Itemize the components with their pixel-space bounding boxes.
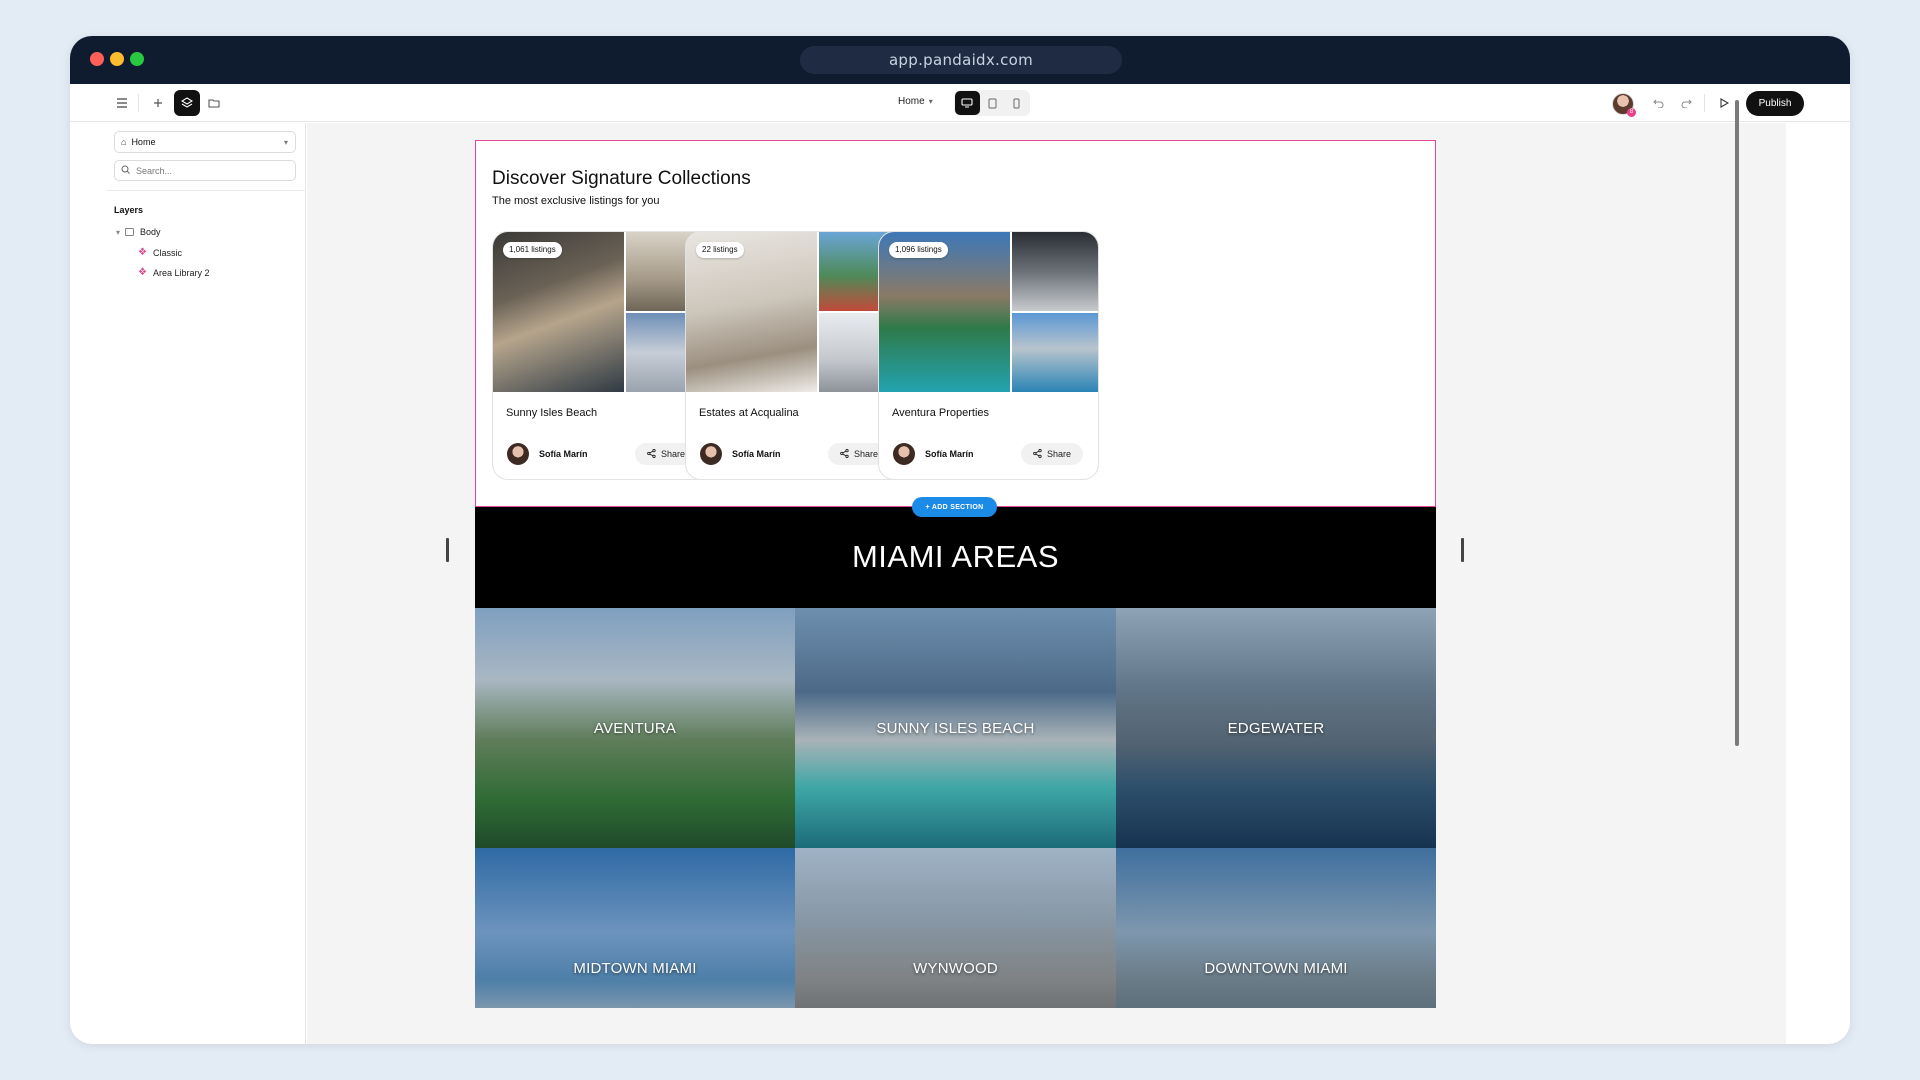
tablet-icon[interactable] [980,91,1005,115]
area-tile-edgewater[interactable]: EDGEWATER [1116,608,1436,848]
collection-title[interactable]: Sunny Isles Beach [506,407,597,419]
area-label: DOWNTOWN MIAMI [1204,959,1348,977]
address-bar[interactable]: app.pandaidx.com [800,46,1122,74]
minimize-window-button[interactable] [110,52,124,66]
home-icon: ⌂ [121,137,127,147]
add-section-button[interactable]: + ADD SECTION [912,497,997,517]
share-label: Share [853,449,879,459]
layer-classic-label: Classic [152,247,182,258]
layer-body[interactable]: ▾ Body [116,227,161,237]
collection-card[interactable]: 1,096 listings Aventura Properties Sofía… [878,231,1099,480]
chevron-down-icon: ▾ [928,97,933,106]
maximize-window-button[interactable] [130,52,144,66]
search-placeholder: Search... [136,165,173,176]
search-icon [121,165,130,176]
agent-avatar [700,443,722,465]
notification-badge: 8 [1627,108,1636,117]
share-icon [840,448,849,460]
undo-icon[interactable] [1646,91,1670,115]
area-label: WYNWOOD [913,959,998,977]
close-window-button[interactable] [90,52,104,66]
listing-photo [1012,313,1098,392]
collection-photo-mosaic: 22 listings [686,232,905,392]
share-icon [1033,448,1042,460]
layers-heading: Layers [114,205,144,215]
chevron-down-icon: ▾ [283,137,288,147]
canvas-resize-handle-left[interactable] [446,538,449,562]
listings-count-badge: 22 listings [696,242,744,258]
area-tile-aventura[interactable]: AVENTURA [475,608,795,848]
user-avatar[interactable]: 8 [1612,93,1636,117]
canvas-scrollbar[interactable] [1735,100,1739,746]
sidebar-page-label: Home [131,137,156,147]
plus-icon[interactable] [146,91,170,115]
redo-icon[interactable] [1674,91,1698,115]
editor-toolbar: Home ▾ 8 Publish [70,84,1850,122]
agent-name: Sofía Marín [539,449,588,459]
page-select-label: Home [898,96,925,107]
area-label: MIDTOWN MIAMI [573,959,697,977]
layer-body-label: Body [140,227,161,237]
miami-areas-section[interactable]: MIAMI AREAS AVENTURA SUNNY ISLES BEACH E… [475,507,1436,1008]
collection-photo-mosaic: 1,096 listings [879,232,1098,392]
folder-icon[interactable] [202,91,226,115]
collection-card[interactable]: 22 listings Estates at Acqualina Sofía M… [685,231,906,480]
areas-title: MIAMI AREAS [851,539,1060,574]
area-label: AVENTURA [593,719,677,737]
area-label: SUNNY ISLES BEACH [876,719,1035,737]
collections-title: Discover Signature Collections [492,168,751,189]
mobile-icon[interactable] [1004,91,1029,115]
page-select[interactable]: Home ▾ [898,96,933,107]
toolbar-divider [1704,94,1705,112]
collections-subtitle: The most exclusive listings for you [492,195,660,207]
agent-avatar [507,443,529,465]
toolbar-divider [138,94,139,112]
area-tile-midtown-miami[interactable]: MIDTOWN MIAMI [475,848,795,1008]
collection-card[interactable]: 1,061 listings Sunny Isles Beach Sofía M… [492,231,713,480]
collection-title[interactable]: Aventura Properties [892,407,989,419]
layers-icon[interactable] [174,90,200,116]
area-tile-downtown-miami[interactable]: DOWNTOWN MIAMI [1116,848,1436,1008]
component-icon: ❖ [138,267,147,278]
chevron-down-icon[interactable]: ▾ [116,228,120,237]
layers-sidebar: ⌂ Home ▾ Search... Layers ▾ Body ❖ Class… [106,123,306,1044]
browser-chrome: app.pandaidx.com [70,36,1850,84]
sidebar-page-select[interactable]: ⌂ Home ▾ [114,131,296,153]
area-tile-wynwood[interactable]: WYNWOOD [795,848,1116,1008]
body-layer-icon [125,228,135,236]
component-icon: ❖ [138,247,147,258]
layer-classic[interactable]: ❖ Classic [138,247,182,258]
listings-count-badge: 1,061 listings [503,242,562,258]
layer-area-library[interactable]: ❖ Area Library 2 [138,267,210,278]
share-button[interactable]: Share [1021,443,1083,465]
area-tile-sunny-isles-beach[interactable]: SUNNY ISLES BEACH [795,608,1116,848]
agent-name: Sofía Marín [925,449,974,459]
play-icon[interactable] [1712,91,1736,115]
layers-search-input[interactable]: Search... [114,160,296,181]
share-label: Share [660,449,686,459]
canvas-resize-handle-right[interactable] [1461,538,1464,562]
agent-name: Sofía Marín [732,449,781,459]
share-icon [647,448,656,460]
layer-area-library-label: Area Library 2 [152,267,210,278]
share-label: Share [1046,449,1072,459]
sidebar-divider [106,190,306,191]
device-switcher [954,90,1030,116]
listing-photo [1012,232,1098,311]
collections-section[interactable]: Discover Signature Collections The most … [475,140,1436,507]
area-label: EDGEWATER [1227,719,1325,737]
menu-icon[interactable] [110,91,134,115]
agent-avatar [893,443,915,465]
collection-photo-mosaic: 1,061 listings [493,232,712,392]
listings-count-badge: 1,096 listings [889,242,948,258]
collection-title[interactable]: Estates at Acqualina [699,407,799,419]
publish-button[interactable]: Publish [1746,91,1804,116]
desktop-icon[interactable] [955,91,980,115]
